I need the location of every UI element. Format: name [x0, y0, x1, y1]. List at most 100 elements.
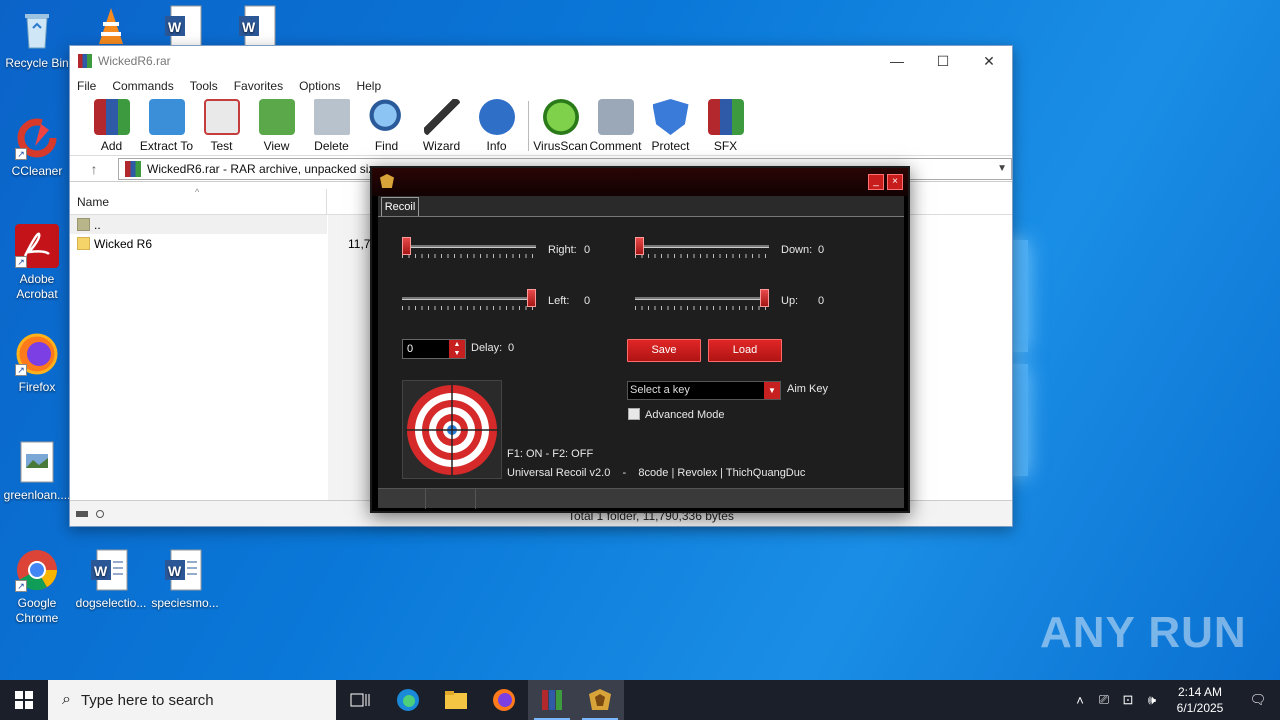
- sfx-button[interactable]: SFX: [698, 99, 753, 155]
- clipboard-check-icon: [203, 99, 240, 135]
- left-label: Left:: [548, 295, 570, 307]
- menu-file[interactable]: File: [77, 76, 96, 96]
- stepper-down-icon[interactable]: ▼: [449, 349, 465, 358]
- chevron-up-icon[interactable]: ˄: [1068, 693, 1092, 708]
- winrar-titlebar[interactable]: WickedR6.rar — ☐ ✕: [70, 46, 1012, 76]
- task-view-button[interactable]: [336, 680, 384, 720]
- system-tray: ˄ ⎚ ⊡ 🕪 2:14 AM 6/1/2025 🗨: [1068, 680, 1280, 720]
- find-button[interactable]: Find: [359, 99, 414, 155]
- toolbar: Add Extract To Test View Delete Find Wiz…: [70, 96, 1012, 156]
- archive-path-text: WickedR6.rar - RAR archive, unpacked siz…: [147, 161, 382, 176]
- minimize-button[interactable]: —: [874, 46, 920, 76]
- menu-tools[interactable]: Tools: [190, 76, 218, 96]
- down-value: 0: [818, 244, 825, 256]
- minimize-button[interactable]: _: [868, 174, 884, 190]
- trash-icon: [313, 99, 350, 135]
- menu-commands[interactable]: Commands: [112, 76, 173, 96]
- left-slider[interactable]: [402, 289, 536, 316]
- right-label: Right:: [548, 244, 577, 256]
- desktop-icon-greenloan[interactable]: greenloan....: [1, 440, 73, 503]
- notifications-icon[interactable]: 🗨: [1236, 692, 1280, 708]
- list-item[interactable]: ..: [70, 215, 327, 234]
- desktop-icon-recycle-bin[interactable]: Recycle Bin: [1, 8, 73, 71]
- slider-thumb[interactable]: [635, 237, 644, 255]
- clock-date: 6/1/2025: [1176, 701, 1224, 715]
- delay-stepper[interactable]: 0 ▲ ▼: [402, 339, 466, 359]
- aim-key-select[interactable]: Select a key ▼: [627, 381, 781, 400]
- protect-button[interactable]: Protect: [643, 99, 698, 155]
- save-button[interactable]: Save: [627, 339, 701, 362]
- hotkeys-text: F1: ON - F2: OFF: [507, 448, 594, 460]
- taskbar-recoil[interactable]: [576, 680, 624, 720]
- chrome-icon: ↗: [15, 548, 59, 592]
- taskbar-winrar[interactable]: [528, 680, 576, 720]
- desktop-icon-label: dogselectio...: [75, 596, 147, 610]
- desktop-icon-google-chrome[interactable]: ↗ Google Chrome: [1, 548, 73, 626]
- advanced-mode-checkbox[interactable]: [628, 408, 640, 420]
- maximize-button[interactable]: ☐: [920, 46, 966, 76]
- virusscan-button[interactable]: VirusScan: [533, 99, 588, 155]
- delete-button[interactable]: Delete: [304, 99, 359, 155]
- close-button[interactable]: ✕: [966, 46, 1012, 76]
- chevron-down-icon[interactable]: ▼: [997, 163, 1007, 174]
- down-slider[interactable]: [635, 237, 769, 264]
- firefox-icon: [493, 689, 515, 711]
- slider-thumb[interactable]: [527, 289, 536, 307]
- desktop-icon-firefox[interactable]: ↗ Firefox: [1, 332, 73, 395]
- svg-text:W: W: [168, 563, 182, 579]
- recoil-window[interactable]: _ × Recoil Right: 0 Down: 0 Left: 0 Up: …: [370, 166, 910, 513]
- up-arrow-icon[interactable]: ↑: [70, 161, 118, 177]
- comment-button[interactable]: Comment: [588, 99, 643, 155]
- window-title: WickedR6.rar: [98, 54, 171, 68]
- slider-thumb[interactable]: [760, 289, 769, 307]
- menu-favorites[interactable]: Favorites: [234, 76, 283, 96]
- taskbar-file-explorer[interactable]: [432, 680, 480, 720]
- start-button[interactable]: [0, 680, 48, 720]
- meet-now-icon[interactable]: ⎚: [1092, 692, 1116, 708]
- desktop-icon-speciesmo[interactable]: W speciesmo...: [149, 548, 221, 611]
- toolbar-separator: [528, 101, 529, 151]
- clock[interactable]: 2:14 AM 6/1/2025: [1164, 684, 1236, 716]
- desktop-icon-dogselection[interactable]: W dogselectio...: [75, 548, 147, 611]
- menu-help[interactable]: Help: [356, 76, 381, 96]
- tab-recoil[interactable]: Recoil: [381, 197, 419, 217]
- extract-to-button[interactable]: Extract To: [139, 99, 194, 155]
- desktop-icon-label: speciesmo...: [151, 596, 219, 610]
- svg-text:W: W: [168, 19, 182, 35]
- volume-icon[interactable]: 🕪: [1140, 692, 1164, 708]
- up-slider[interactable]: [635, 289, 769, 316]
- slider-thumb[interactable]: [402, 237, 411, 255]
- desktop-icon-label: Google Chrome: [15, 596, 59, 625]
- sort-arrow-icon: ^: [195, 187, 200, 197]
- desktop-icon-adobe-acrobat[interactable]: ↗ Adobe Acrobat: [1, 224, 73, 302]
- edge-icon: [397, 689, 419, 711]
- taskbar-firefox[interactable]: [480, 680, 528, 720]
- wizard-button[interactable]: Wizard: [414, 99, 469, 155]
- desktop-icon-ccleaner[interactable]: ↗ CCleaner: [1, 116, 73, 179]
- taskbar-edge[interactable]: [384, 680, 432, 720]
- up-label: Up:: [781, 295, 799, 307]
- shortcut-arrow-icon: ↗: [15, 148, 27, 160]
- view-button[interactable]: View: [249, 99, 304, 155]
- advanced-mode-label: Advanced Mode: [645, 409, 725, 421]
- menu-options[interactable]: Options: [299, 76, 340, 96]
- winrar-icon: [542, 690, 562, 710]
- info-button[interactable]: Info: [469, 99, 524, 155]
- close-button[interactable]: ×: [887, 174, 903, 190]
- winrar-logo-icon: [78, 54, 92, 68]
- word-document-icon: W: [237, 4, 281, 48]
- parent-folder-icon: [77, 218, 90, 231]
- taskbar: ⌕ Type here to search ˄ ⎚ ⊡ 🕪 2:14 AM 6/…: [0, 680, 1280, 720]
- add-button[interactable]: Add: [84, 99, 139, 155]
- column-name[interactable]: ^ Name: [70, 187, 327, 214]
- right-slider[interactable]: [402, 237, 536, 264]
- taskbar-search[interactable]: ⌕ Type here to search: [48, 680, 336, 720]
- shortcut-arrow-icon: ↗: [15, 364, 27, 376]
- load-button[interactable]: Load: [708, 339, 782, 362]
- delay-label: Delay:: [471, 342, 503, 354]
- chevron-down-icon[interactable]: ▼: [764, 382, 780, 399]
- test-button[interactable]: Test: [194, 99, 249, 155]
- recoil-titlebar[interactable]: _ ×: [372, 168, 908, 196]
- network-icon[interactable]: ⊡: [1116, 692, 1140, 708]
- stepper-up-icon[interactable]: ▲: [449, 340, 465, 349]
